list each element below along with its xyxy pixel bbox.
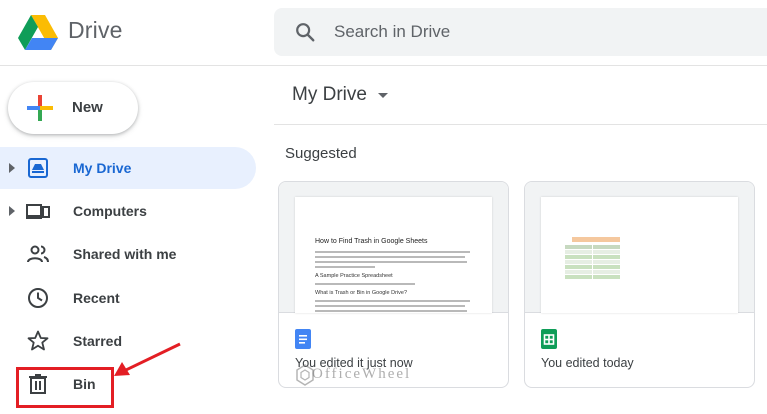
expand-caret-icon[interactable] bbox=[9, 163, 15, 173]
watermark-text: OfficeWheel bbox=[312, 366, 412, 382]
preview-sheet-header bbox=[572, 237, 620, 242]
file-thumbnail: How to Find Trash in Google Sheets A Sam… bbox=[279, 182, 508, 313]
new-button[interactable]: New bbox=[8, 82, 138, 134]
sidebar-item-shared-with-me[interactable]: Shared with me bbox=[0, 233, 256, 275]
preview-text-line bbox=[315, 305, 465, 307]
computers-icon bbox=[26, 204, 50, 219]
google-drive-logo-icon[interactable] bbox=[18, 14, 58, 50]
search-icon[interactable] bbox=[294, 21, 316, 43]
sidebar-item-recent[interactable]: Recent bbox=[0, 277, 256, 319]
search-bar[interactable] bbox=[274, 8, 767, 56]
file-thumbnail bbox=[525, 182, 754, 313]
sidebar-item-label: My Drive bbox=[73, 160, 132, 176]
sidebar-item-my-drive[interactable]: My Drive bbox=[0, 147, 256, 189]
section-heading: Suggested bbox=[285, 145, 357, 162]
preview-sheet-table bbox=[565, 245, 621, 280]
sidebar-item-label: Computers bbox=[73, 203, 147, 219]
sidebar-item-label: Recent bbox=[73, 290, 120, 306]
annotation-arrow-icon bbox=[114, 342, 181, 376]
search-input[interactable] bbox=[334, 8, 754, 56]
my-drive-icon bbox=[28, 158, 48, 178]
top-bar: Drive bbox=[0, 0, 767, 66]
suggested-file-card[interactable]: You edited today bbox=[524, 181, 755, 388]
preview-text-line bbox=[315, 283, 415, 285]
preview-text-line bbox=[315, 256, 465, 258]
plus-icon bbox=[27, 95, 53, 121]
new-button-label: New bbox=[72, 99, 103, 116]
preview-heading: How to Find Trash in Google Sheets bbox=[315, 238, 428, 245]
page-title[interactable]: My Drive bbox=[292, 84, 367, 106]
google-sheets-icon bbox=[541, 329, 557, 349]
app-name: Drive bbox=[68, 17, 123, 43]
sheet-preview-page bbox=[541, 197, 738, 313]
preview-text-line bbox=[315, 310, 467, 312]
preview-text-line bbox=[315, 261, 467, 263]
annotation-highlight-box bbox=[16, 367, 114, 408]
preview-subheading: A Sample Practice Spreadsheet bbox=[315, 273, 393, 279]
divider bbox=[274, 124, 767, 125]
preview-text-line bbox=[315, 300, 470, 302]
google-docs-icon bbox=[295, 329, 311, 349]
shared-with-me-icon bbox=[27, 245, 49, 263]
file-activity-caption: You edited today bbox=[541, 356, 634, 370]
star-icon bbox=[27, 330, 49, 351]
sidebar-item-computers[interactable]: Computers bbox=[0, 190, 256, 232]
clock-icon bbox=[28, 288, 48, 308]
preview-text-line bbox=[315, 251, 470, 253]
expand-caret-icon[interactable] bbox=[9, 206, 15, 216]
sidebar-item-label: Shared with me bbox=[73, 246, 177, 262]
preview-text-line bbox=[315, 266, 375, 268]
doc-preview-page: How to Find Trash in Google Sheets A Sam… bbox=[295, 197, 492, 313]
suggested-file-card[interactable]: How to Find Trash in Google Sheets A Sam… bbox=[278, 181, 509, 388]
preview-subheading: What is Trash or Bin in Google Drive? bbox=[315, 290, 408, 296]
chevron-down-icon[interactable] bbox=[378, 93, 388, 98]
